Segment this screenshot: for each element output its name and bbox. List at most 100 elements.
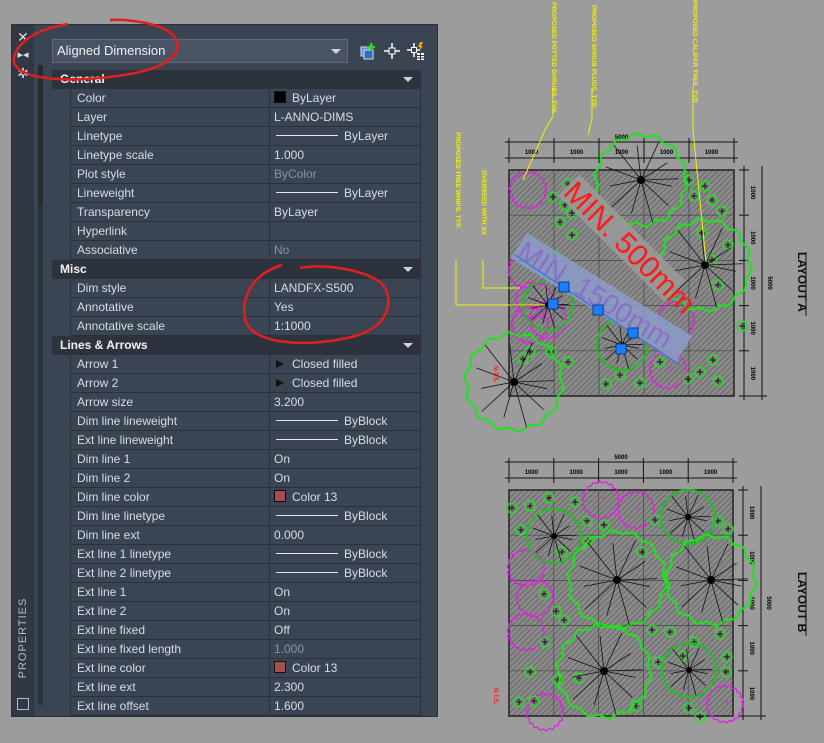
property-row-dim-line-2[interactable]: Dim line 2 On — [70, 469, 421, 488]
property-row-associative[interactable]: Associative No — [70, 241, 421, 260]
property-value[interactable]: ByBlock — [269, 507, 421, 525]
object-type-dropdown[interactable]: Aligned Dimension — [52, 39, 348, 63]
property-row-color[interactable]: Color ByLayer — [70, 89, 421, 108]
property-value-text: 1.000 — [274, 642, 305, 656]
property-value[interactable]: ByBlock — [269, 545, 421, 563]
property-value[interactable]: 1.600 — [269, 697, 421, 715]
property-row-ext-line-ext[interactable]: Ext line ext 2.300 — [70, 678, 421, 697]
property-value[interactable] — [269, 222, 421, 240]
property-row-transparency[interactable]: Transparency ByLayer — [70, 203, 421, 222]
property-row-arrow-2[interactable]: Arrow 2 Closed filled — [70, 374, 421, 393]
property-value[interactable]: Closed filled — [269, 355, 421, 373]
property-row-ext-line-1[interactable]: Ext line 1 On — [70, 583, 421, 602]
property-value[interactable]: 2.300 — [269, 678, 421, 696]
dimension-grip[interactable] — [558, 281, 570, 293]
palette-titlebar[interactable]: ✕ ▸◂ ✲ PROPERTIES — [12, 25, 34, 716]
property-value[interactable]: On — [269, 450, 421, 468]
property-value[interactable]: Off — [269, 621, 421, 639]
scrollbar-thumb[interactable] — [38, 65, 43, 205]
dimension-grip[interactable] — [627, 327, 639, 339]
property-value[interactable]: 3.200 — [269, 393, 421, 411]
property-value[interactable]: On — [269, 602, 421, 620]
section-header-misc[interactable]: Misc — [52, 260, 421, 279]
toggle-pickadd-icon[interactable] — [359, 42, 377, 60]
close-icon[interactable]: ✕ — [15, 29, 31, 45]
property-row-arrow-size[interactable]: Arrow size 3.200 — [70, 393, 421, 412]
dimension-grip[interactable] — [615, 343, 627, 355]
property-value[interactable]: ByBlock — [269, 412, 421, 430]
property-row-dim-line-ext[interactable]: Dim line ext 0.000 — [70, 526, 421, 545]
property-value[interactable]: LANDFX-S500 — [269, 279, 421, 297]
property-value[interactable]: On — [269, 469, 421, 487]
property-value[interactable]: ByLayer — [269, 184, 421, 202]
property-row-ext-line-color[interactable]: Ext line color Color 13 — [70, 659, 421, 678]
cad-drawing-viewport[interactable]: 5000 1000 1000 1000 1000 1000 1000 1000 1000 1000… — [440, 0, 824, 743]
property-row-ext-line-1-linetype[interactable]: Ext line 1 linetype ByBlock — [70, 545, 421, 564]
scrollbar[interactable] — [38, 65, 43, 705]
section-title: Misc — [60, 262, 87, 276]
property-row-ext-line-fixed[interactable]: Ext line fixed Off — [70, 621, 421, 640]
property-row-dim-line-lineweight[interactable]: Dim line lineweight ByBlock — [70, 412, 421, 431]
property-row-dim-line-1[interactable]: Dim line 1 On — [70, 450, 421, 469]
property-row-ext-line-2-linetype[interactable]: Ext line 2 linetype ByBlock — [70, 564, 421, 583]
property-row-annotative-scale[interactable]: Annotative scale 1:1000 — [70, 317, 421, 336]
properties-icon[interactable] — [17, 698, 29, 710]
property-row-ext-line-lineweight[interactable]: Ext line lineweight ByBlock — [70, 431, 421, 450]
property-row-dim-style[interactable]: Dim style LANDFX-S500 — [70, 279, 421, 298]
dimension-grip[interactable] — [592, 304, 604, 316]
property-value[interactable]: On — [269, 583, 421, 601]
property-value-text: ByLayer — [344, 129, 389, 143]
collapse-caret-icon[interactable] — [403, 343, 413, 348]
property-row-dim-line-linetype[interactable]: Dim line linetype ByBlock — [70, 507, 421, 526]
tree-trunk — [685, 514, 691, 520]
collapse-caret-icon[interactable] — [403, 267, 413, 272]
property-row-linetype-scale[interactable]: Linetype scale 1.000 — [70, 146, 421, 165]
property-value[interactable]: 1.000 — [269, 146, 421, 164]
property-value[interactable]: ByLayer — [269, 203, 421, 221]
property-value[interactable]: Color 13 — [269, 488, 421, 506]
layout-b: 50001000 1000 1000 1000 10001000100010001000… — [505, 455, 771, 732]
property-row-plot-style[interactable]: Plot style ByColor — [70, 165, 421, 184]
property-value[interactable]: Color 13 — [269, 659, 421, 677]
property-value[interactable]: ByLayer — [269, 89, 421, 107]
settings-icon[interactable]: ✲ — [15, 65, 31, 81]
property-row-hyperlink[interactable]: Hyperlink — [70, 222, 421, 241]
property-row-ext-line-offset[interactable]: Ext line offset 1.600 — [70, 697, 421, 716]
property-row-ext-line-2[interactable]: Ext line 2 On — [70, 602, 421, 621]
property-value[interactable]: 0.000 — [269, 526, 421, 544]
section-header-lines-arrows[interactable]: Lines & Arrows — [52, 336, 421, 355]
property-value[interactable]: ByBlock — [269, 564, 421, 582]
auto-hide-icon[interactable]: ▸◂ — [15, 47, 31, 63]
property-value[interactable]: L-ANNO-DIMS — [269, 108, 421, 126]
property-row-lineweight[interactable]: Lineweight ByLayer — [70, 184, 421, 203]
property-value-text: ByBlock — [344, 433, 388, 447]
property-label: Annotative — [77, 300, 134, 314]
property-row-annotative[interactable]: Annotative Yes — [70, 298, 421, 317]
property-value[interactable]: Yes — [269, 298, 421, 316]
select-objects-icon[interactable] — [383, 42, 401, 60]
property-value-text: ByBlock — [344, 414, 388, 428]
property-value-text: ByBlock — [344, 509, 388, 523]
property-row-layer[interactable]: Layer L-ANNO-DIMS — [70, 108, 421, 127]
dim-segment-text: 1000 — [660, 150, 674, 156]
dimension-grip[interactable] — [547, 298, 559, 310]
tree-trunk — [637, 176, 645, 184]
property-value[interactable]: ByLayer — [269, 127, 421, 145]
property-value[interactable]: 1:1000 — [269, 317, 421, 335]
dim-segment-text: 1000 — [704, 470, 718, 476]
property-value[interactable]: ByBlock — [269, 431, 421, 449]
property-value-text: Color 13 — [292, 661, 338, 675]
property-row-linetype[interactable]: Linetype ByLayer — [70, 127, 421, 146]
quick-select-icon[interactable] — [407, 42, 425, 60]
section-header-general[interactable]: General — [52, 70, 421, 89]
collapse-caret-icon[interactable] — [403, 77, 413, 82]
property-row-arrow-1[interactable]: Arrow 1 Closed filled — [70, 355, 421, 374]
property-row-ext-line-fixed-length[interactable]: Ext line fixed length 1.000 — [70, 640, 421, 659]
linetype-preview — [276, 420, 338, 421]
property-value-text: 2.300 — [274, 680, 305, 694]
property-value[interactable]: Closed filled — [269, 374, 421, 392]
property-value-text: 1.000 — [274, 148, 305, 162]
property-label: Transparency — [77, 205, 150, 219]
property-row-dim-line-color[interactable]: Dim line color Color 13 — [70, 488, 421, 507]
dim-segment-text: 1000 — [570, 150, 584, 156]
